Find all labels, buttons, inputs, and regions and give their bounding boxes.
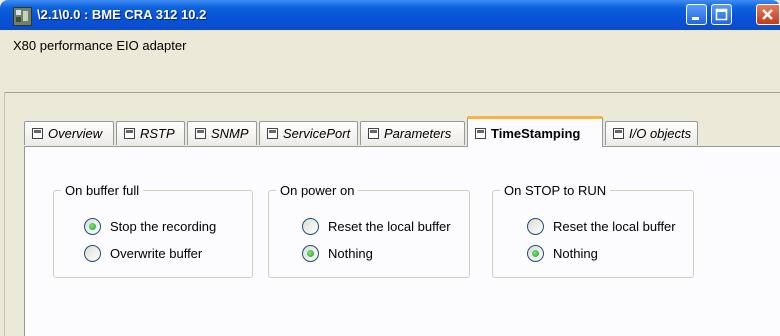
tab-timestamping[interactable]: TimeStamping	[467, 116, 603, 147]
tab-window-icon	[124, 128, 135, 139]
tab-label: Parameters	[384, 126, 452, 141]
group-on-stop-to-run	[492, 190, 694, 278]
tab-window-icon	[267, 128, 278, 139]
separator	[4, 92, 780, 93]
radio-label: Reset the local buffer	[553, 219, 676, 234]
frame-border	[4, 92, 5, 336]
tab-io-objects[interactable]: I/O objects	[605, 121, 698, 145]
maximize-button[interactable]	[711, 4, 732, 25]
radio-circle	[302, 245, 319, 262]
group-on-power-on	[268, 190, 470, 278]
tab-window-icon	[32, 128, 43, 139]
tab-overview[interactable]: Overview	[24, 121, 114, 145]
tab-label: SNMP	[211, 126, 249, 141]
group-on-buffer-full	[53, 190, 253, 278]
group-title: On power on	[276, 184, 359, 198]
tab-rstp[interactable]: RSTP	[116, 121, 185, 145]
tab-label: TimeStamping	[491, 126, 581, 141]
radio-circle	[527, 218, 544, 235]
module-description: X80 performance EIO adapter	[13, 38, 187, 53]
minimize-icon	[692, 17, 699, 20]
radio-label: Nothing	[553, 246, 598, 261]
radio-circle	[84, 245, 101, 262]
tab-window-icon	[368, 128, 379, 139]
radio-circle	[84, 218, 101, 235]
radio-label: Overwrite buffer	[110, 246, 203, 261]
tab-label: ServicePort	[283, 126, 351, 141]
tab-parameters[interactable]: Parameters	[360, 121, 465, 145]
tab-serviceport[interactable]: ServicePort	[259, 121, 358, 145]
radio-label: Stop the recording	[110, 219, 217, 234]
radio-circle	[302, 218, 319, 235]
group-title: On buffer full	[61, 184, 144, 198]
minimize-button[interactable]	[686, 4, 707, 25]
close-icon	[762, 9, 773, 20]
tab-label: I/O objects	[629, 126, 692, 141]
tab-window-icon	[195, 128, 206, 139]
maximize-icon	[715, 8, 728, 21]
tab-label: RSTP	[140, 126, 175, 141]
tab-window-icon	[475, 128, 486, 139]
group-title: On STOP to RUN	[500, 184, 611, 198]
tab-window-icon	[613, 128, 624, 139]
radio-selected-dot	[89, 223, 96, 230]
radio-label: Reset the local buffer	[328, 219, 451, 234]
radio-selected-dot	[307, 250, 314, 257]
window-title: \2.1\0.0 : BME CRA 312 10.2	[37, 7, 207, 22]
app-module-icon	[13, 7, 32, 26]
title-bar: \2.1\0.0 : BME CRA 312 10.2	[0, 0, 780, 30]
tab-label: Overview	[48, 126, 103, 141]
close-button[interactable]	[756, 4, 780, 25]
radio-selected-dot	[532, 250, 539, 257]
tab-snmp[interactable]: SNMP	[187, 121, 257, 145]
radio-circle	[527, 245, 544, 262]
radio-label: Nothing	[328, 246, 373, 261]
